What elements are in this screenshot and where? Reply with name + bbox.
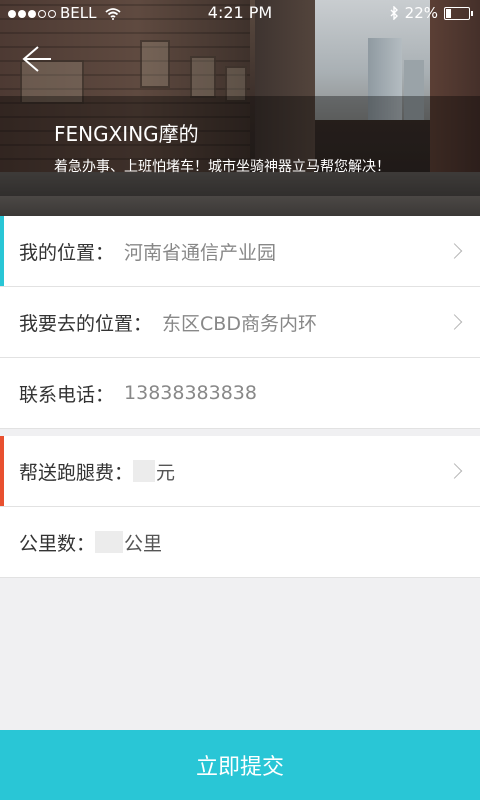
back-arrow-icon[interactable] — [18, 42, 52, 76]
my-location-label: 我的位置： — [19, 241, 115, 264]
chevron-right-icon — [446, 463, 463, 479]
page-title: FENGXING摩的 — [54, 122, 199, 146]
status-bar: BELL 4:21 PM 22% — [0, 0, 480, 26]
fee-label: 帮送跑腿费： — [19, 461, 134, 484]
distance-label: 公里数： — [19, 532, 96, 555]
destination-value: 东区CBD商务内环 — [162, 312, 317, 335]
destination-row[interactable]: 我要去的位置： 东区CBD商务内环 — [0, 287, 480, 358]
window-decoration — [190, 56, 216, 98]
window-decoration — [140, 40, 170, 88]
distance-unit: 公里 — [124, 532, 163, 555]
distance-input[interactable] — [95, 531, 124, 553]
chevron-right-icon — [446, 243, 463, 259]
distance-row[interactable]: 公里数： 公里 — [0, 507, 480, 578]
phone-row[interactable]: 联系电话： 13838383838 — [0, 358, 480, 429]
destination-label: 我要去的位置： — [19, 312, 153, 335]
bluetooth-icon — [390, 6, 398, 20]
phone-label: 联系电话： — [19, 383, 115, 406]
status-right: 22% — [389, 0, 473, 26]
row-accent-bar — [0, 216, 4, 286]
row-accent-bar — [0, 436, 4, 506]
chevron-right-icon — [446, 314, 463, 330]
page-subtitle: 着急办事、上班怕堵车！城市坐骑神器立马帮您解决！ — [54, 159, 390, 175]
fee-unit: 元 — [156, 461, 176, 484]
fee-input[interactable] — [133, 460, 156, 482]
phone-value: 13838383838 — [124, 382, 257, 404]
header-banner: BELL 4:21 PM 22% FENGXING摩的 着急办事、上班怕堵车！城… — [0, 0, 480, 216]
my-location-value: 河南省通信产业园 — [124, 241, 277, 264]
submit-button[interactable]: 立即提交 — [0, 730, 480, 800]
battery-icon — [444, 6, 473, 20]
my-location-row[interactable]: 我的位置： 河南省通信产业园 — [0, 216, 480, 287]
submit-button-label: 立即提交 — [195, 755, 284, 780]
battery-percent: 22% — [404, 4, 438, 22]
fee-row[interactable]: 帮送跑腿费： 元 — [0, 436, 480, 507]
